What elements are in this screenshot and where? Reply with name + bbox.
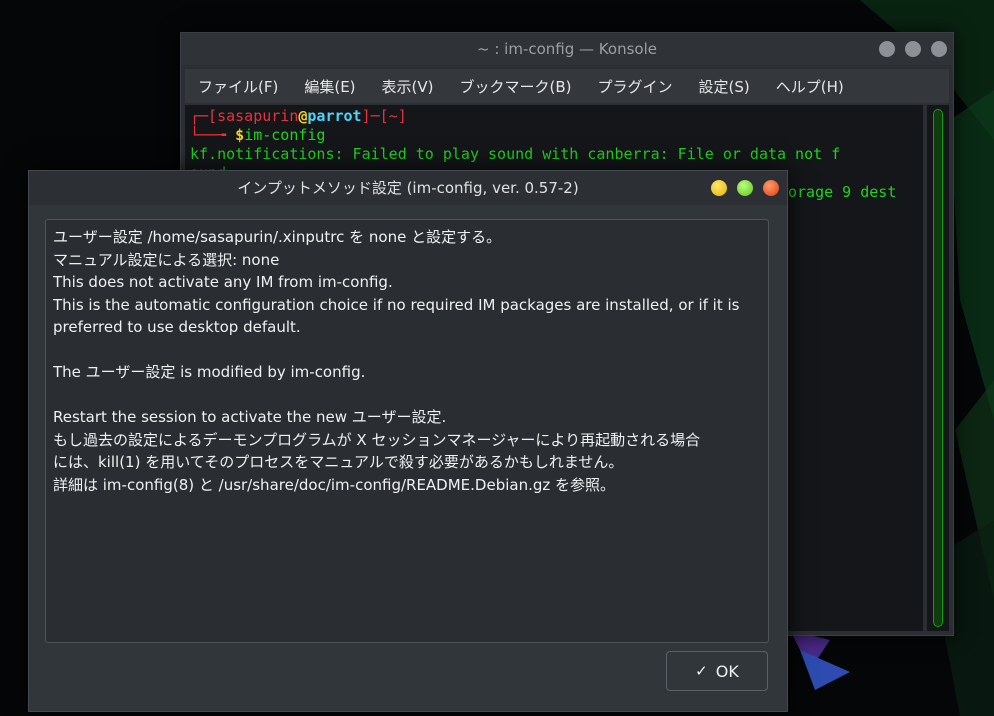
menu-help[interactable]: ヘルプ(H) xyxy=(763,76,857,97)
message-line: This does not activate any IM from im-co… xyxy=(53,273,393,291)
menu-bookmarks[interactable]: ブックマーク(B) xyxy=(447,76,585,97)
scrollbar-handle[interactable] xyxy=(933,109,943,627)
im-config-dialog: インプットメソッド設定 (im-config, ver. 0.57-2) ユーザ… xyxy=(28,170,788,712)
output-line: kf.notifications: Failed to play sound w… xyxy=(190,145,841,163)
maximize-button[interactable] xyxy=(737,180,753,196)
terminal-scrollbar[interactable] xyxy=(927,105,949,631)
menu-file[interactable]: ファイル(F) xyxy=(185,76,291,97)
menu-view[interactable]: 表示(V) xyxy=(369,76,447,97)
checkmark-icon: ✓ xyxy=(695,662,708,680)
command-line: └──╼ $im-config xyxy=(190,126,326,144)
output-line: orage 9 dest xyxy=(788,183,897,201)
prompt-host: parrot xyxy=(307,107,362,125)
message-line: ユーザー設定 /home/sasapurin/.xinputrc を none … xyxy=(53,228,502,246)
konsole-menubar: ファイル(F) 編集(E) 表示(V) ブックマーク(B) プラグイン 設定(S… xyxy=(185,69,949,103)
message-line xyxy=(53,339,765,362)
message-line: 詳細は im-config(8) と /usr/share/doc/im-con… xyxy=(53,475,616,494)
message-line: Restart the session to activate the new … xyxy=(53,408,447,426)
maximize-button[interactable] xyxy=(905,41,921,57)
prompt-line: ┌─[sasapurin@parrot]─[~] xyxy=(190,107,407,125)
message-line: The ユーザー設定 is modified by im-config. xyxy=(53,363,366,381)
message-line: には、kill(1) を用いてそのプロセスをマニュアルで殺す必要があるかもしれま… xyxy=(53,453,624,471)
message-box: ユーザー設定 /home/sasapurin/.xinputrc を none … xyxy=(45,219,769,643)
dialog-titlebar[interactable]: インプットメソッド設定 (im-config, ver. 0.57-2) xyxy=(29,171,787,205)
message-line: もし過去の設定によるデーモンプログラムが X セッションマネージャーにより再起動… xyxy=(53,430,701,449)
close-button[interactable] xyxy=(931,41,947,57)
ok-button[interactable]: ✓ OK xyxy=(666,651,768,691)
minimize-button[interactable] xyxy=(711,180,727,196)
message-line: preferred to use desktop default. xyxy=(53,318,301,336)
ok-label: OK xyxy=(715,661,739,681)
menu-settings[interactable]: 設定(S) xyxy=(686,76,763,97)
konsole-titlebar[interactable]: ~ : im-config — Konsole xyxy=(181,33,953,65)
dialog-title: インプットメソッド設定 (im-config, ver. 0.57-2) xyxy=(237,179,579,197)
menu-plugins[interactable]: プラグイン xyxy=(585,76,686,97)
prompt-dir: ~ xyxy=(388,107,398,125)
message-line: マニュアル設定による選択: none xyxy=(53,250,280,269)
menu-edit[interactable]: 編集(E) xyxy=(291,76,368,97)
command-text: im-config xyxy=(244,126,326,144)
close-button[interactable] xyxy=(763,180,779,196)
minimize-button[interactable] xyxy=(879,41,895,57)
message-line xyxy=(53,384,765,407)
message-text: ユーザー設定 /home/sasapurin/.xinputrc を none … xyxy=(53,226,765,496)
message-line: This is the automatic configuration choi… xyxy=(53,295,740,314)
prompt-user: sasapurin xyxy=(217,107,299,125)
konsole-title: ~ : im-config — Konsole xyxy=(477,40,657,58)
